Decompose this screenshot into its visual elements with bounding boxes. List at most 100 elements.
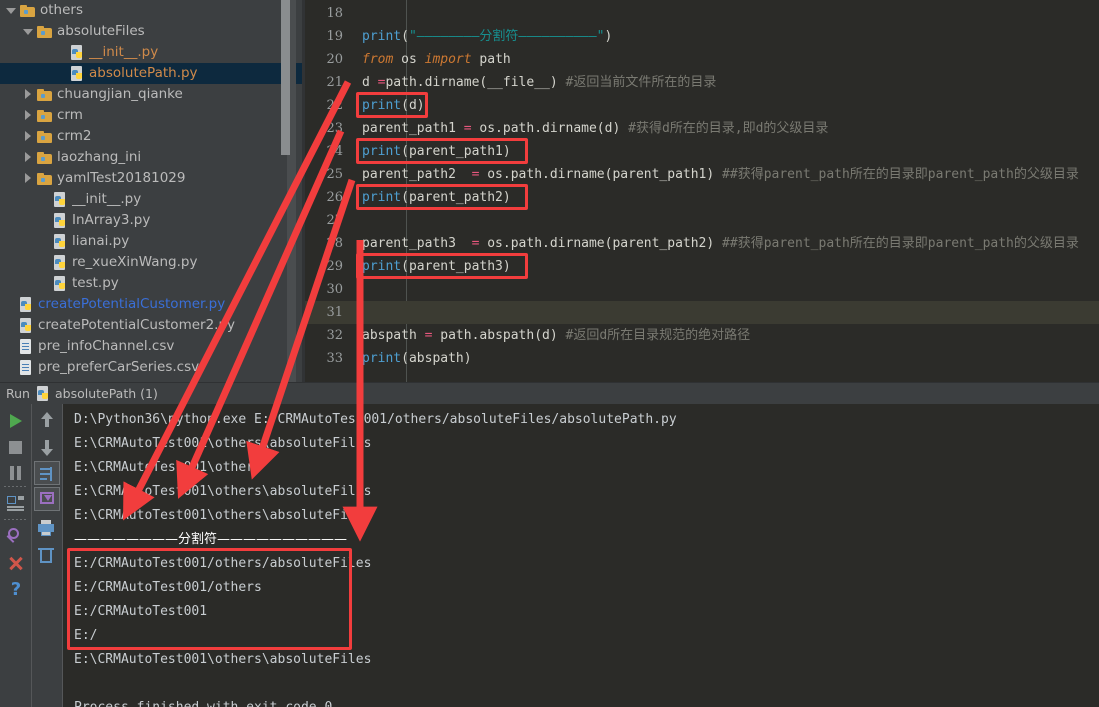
code-token: parent_path3 bbox=[362, 236, 472, 251]
code-token: #返回d所在目录规范的绝对路径 bbox=[565, 328, 751, 343]
code-line[interactable]: print(abspath) bbox=[350, 347, 1099, 370]
tree-item--init-py[interactable]: __init__.py bbox=[0, 189, 302, 210]
tree-item-label: absolutePath.py bbox=[89, 65, 198, 81]
tree-twisty-collapsed[interactable] bbox=[23, 89, 34, 100]
help-button[interactable]: ? bbox=[3, 578, 29, 602]
code-token: #返回当前文件所在的目录 bbox=[565, 75, 717, 90]
scroll-end-button[interactable] bbox=[34, 487, 60, 511]
code-line[interactable] bbox=[350, 209, 1099, 232]
code-line[interactable] bbox=[350, 301, 1099, 324]
code-token: abspath bbox=[362, 328, 425, 343]
line-number: 29 bbox=[326, 259, 343, 274]
folder-icon bbox=[37, 172, 52, 185]
tree-item-laozhang-ini[interactable]: laozhang_ini bbox=[0, 147, 302, 168]
run-tool-window-header[interactable]: Run absolutePath (1) bbox=[0, 382, 1099, 404]
project-tree-scrollbar-track[interactable] bbox=[281, 0, 296, 382]
code-line[interactable]: d =path.dirname(__file__) #返回当前文件所在的目录 bbox=[350, 71, 1099, 94]
code-line[interactable] bbox=[350, 278, 1099, 301]
code-line[interactable]: print(parent_path2) bbox=[350, 186, 1099, 209]
tree-item--init-py[interactable]: __init__.py bbox=[0, 42, 302, 63]
editor-code-area[interactable]: print("————————分割符——————————") from os im… bbox=[350, 0, 1099, 382]
console-output-line: E:/ bbox=[74, 628, 98, 643]
console-output-line: E:/CRMAutoTest001 bbox=[74, 604, 208, 619]
stop-button[interactable] bbox=[3, 435, 29, 459]
rerun-button[interactable] bbox=[3, 409, 29, 433]
line-number: 20 bbox=[326, 52, 343, 67]
console-output[interactable]: D:\Python36\python.exe E:/CRMAutoTest001… bbox=[63, 404, 1099, 707]
code-token: ##获得parent_path所在的目录即parent_path的父级目录 bbox=[722, 167, 1079, 182]
tree-item-lianai-py[interactable]: lianai.py bbox=[0, 231, 302, 252]
clear-all-button[interactable] bbox=[34, 544, 60, 568]
pycharm-window: others absoluteFiles __init__.py absolutePa… bbox=[0, 0, 1099, 707]
close-button[interactable] bbox=[3, 551, 29, 575]
code-token: ) bbox=[604, 29, 613, 44]
tree-item-pre-prefercarseries-csv[interactable]: pre_preferCarSeries.csv bbox=[0, 357, 302, 378]
tree-item-pre-infochannel-csv[interactable]: pre_infoChannel.csv bbox=[0, 336, 302, 357]
tree-item-label: yamlTest20181029 bbox=[57, 170, 186, 186]
code-editor[interactable]: 18 19 20 21 22 23 24 25 26 27 28 29 30 31 32 33 print("… bbox=[305, 0, 1099, 382]
soft-wrap-button[interactable] bbox=[34, 461, 60, 485]
tree-twisty-expanded[interactable] bbox=[6, 5, 17, 16]
code-token: (parent_path3) bbox=[401, 259, 511, 274]
line-number: 27 bbox=[326, 213, 343, 228]
console-output-line: ————————分割符—————————— bbox=[74, 532, 348, 547]
tree-item-test-py[interactable]: test.py bbox=[0, 273, 302, 294]
console-output-line: E:\CRMAutoTest001\others\absoluteFiles bbox=[74, 508, 372, 523]
line-number: 28 bbox=[326, 236, 343, 251]
tree-item-re-xuexinwang-py[interactable]: re_xueXinWang.py bbox=[0, 252, 302, 273]
pin-button[interactable] bbox=[3, 524, 29, 548]
run-toolbar-right[interactable] bbox=[32, 404, 62, 707]
run-configuration-name[interactable]: absolutePath (1) bbox=[55, 386, 158, 401]
tree-item-label: createPotentialCustomer2.py bbox=[38, 317, 236, 333]
toolbar-separator bbox=[4, 519, 26, 520]
up-button[interactable] bbox=[34, 409, 60, 433]
tree-twisty-collapsed[interactable] bbox=[23, 110, 34, 121]
project-tree-scrollbar-thumb[interactable] bbox=[281, 0, 290, 155]
code-line[interactable]: print(parent_path1) bbox=[350, 140, 1099, 163]
down-button[interactable] bbox=[34, 435, 60, 459]
tree-item-crm2[interactable]: crm2 bbox=[0, 126, 302, 147]
console-output-line: E:\CRMAutoTest001\others\absoluteFiles bbox=[74, 436, 372, 451]
line-number: 26 bbox=[326, 190, 343, 205]
project-tree-panel[interactable]: others absoluteFiles __init__.py absolutePa… bbox=[0, 0, 302, 382]
tree-item-createpotentialcustomer-py[interactable]: createPotentialCustomer.py bbox=[0, 294, 302, 315]
code-line[interactable]: print("————————分割符——————————") bbox=[350, 25, 1099, 48]
code-line[interactable]: parent_path3 = os.path.dirname(parent_pa… bbox=[350, 232, 1099, 255]
tree-twisty-collapsed[interactable] bbox=[23, 152, 34, 163]
pause-button[interactable] bbox=[3, 461, 29, 485]
code-token: = bbox=[463, 121, 472, 136]
python-file-icon bbox=[54, 276, 67, 291]
project-tree[interactable]: others absoluteFiles __init__.py absolutePa… bbox=[0, 0, 302, 378]
tree-twisty-collapsed[interactable] bbox=[23, 131, 34, 142]
code-line[interactable]: from os import path bbox=[350, 48, 1099, 71]
code-token: path.abspath(d) bbox=[432, 328, 566, 343]
tree-twisty-none bbox=[40, 278, 51, 289]
tree-item-inarray3-py[interactable]: InArray3.py bbox=[0, 210, 302, 231]
tree-twisty-expanded[interactable] bbox=[23, 26, 34, 37]
tree-twisty-collapsed[interactable] bbox=[23, 173, 34, 184]
line-number: 22 bbox=[326, 98, 343, 113]
tree-item-crm[interactable]: crm bbox=[0, 105, 302, 126]
tree-item-createpotentialcustomer2-py[interactable]: createPotentialCustomer2.py bbox=[0, 315, 302, 336]
code-line[interactable]: abspath = path.abspath(d) #返回d所在目录规范的绝对路… bbox=[350, 324, 1099, 347]
code-line[interactable] bbox=[350, 2, 1099, 25]
code-token: os.path.dirname(parent_path2) bbox=[479, 236, 723, 251]
code-token: d bbox=[362, 75, 378, 90]
tree-item-label: others bbox=[40, 2, 83, 18]
code-line[interactable]: print(parent_path3) bbox=[350, 255, 1099, 278]
console-output-line: Process finished with exit code 0 bbox=[63, 696, 332, 707]
tree-item-chuangjian-qianke[interactable]: chuangjian_qianke bbox=[0, 84, 302, 105]
editor-gutter[interactable]: 18 19 20 21 22 23 24 25 26 27 28 29 30 31 32 33 bbox=[305, 0, 350, 382]
tree-item-absolutefiles[interactable]: absoluteFiles bbox=[0, 21, 302, 42]
code-line[interactable]: parent_path2 = os.path.dirname(parent_pa… bbox=[350, 163, 1099, 186]
code-line[interactable]: print(d) bbox=[350, 94, 1099, 117]
code-line[interactable]: parent_path1 = os.path.dirname(d) #获得d所在… bbox=[350, 117, 1099, 140]
run-toolbar-left[interactable]: ? bbox=[0, 404, 31, 707]
csv-file-icon bbox=[20, 360, 33, 375]
tree-item-absolutepath-py[interactable]: absolutePath.py bbox=[0, 63, 302, 84]
tree-item-yamltest20181029[interactable]: yamlTest20181029 bbox=[0, 168, 302, 189]
tree-item-others[interactable]: others bbox=[0, 0, 302, 21]
print-button[interactable] bbox=[34, 516, 60, 540]
layout-button[interactable] bbox=[3, 491, 29, 515]
code-token: print bbox=[362, 190, 402, 205]
